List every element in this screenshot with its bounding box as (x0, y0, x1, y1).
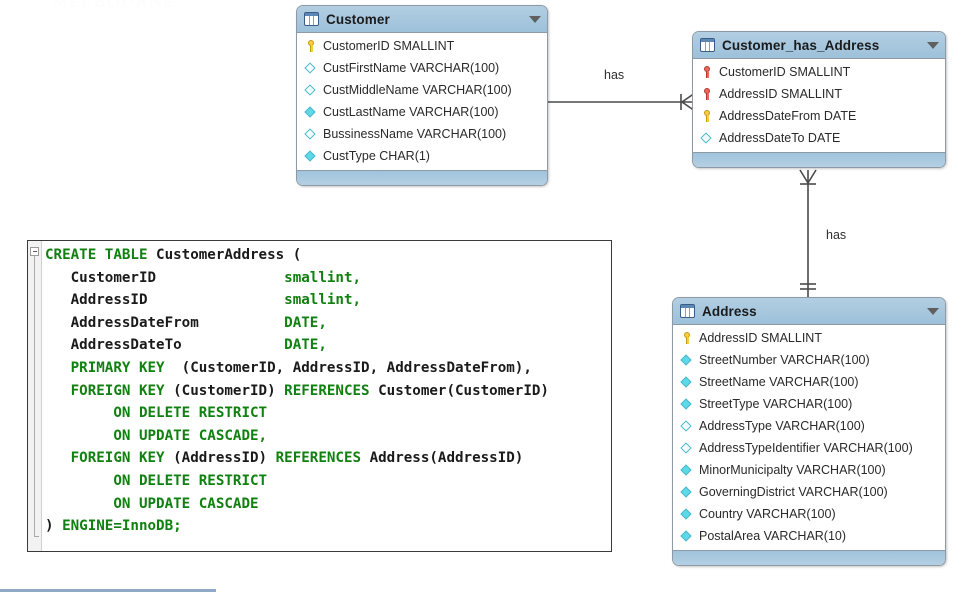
column-notnull-icon (680, 354, 693, 367)
eer-table-address[interactable]: Address AddressID SMALLINT StreetNumber … (672, 297, 946, 566)
eer-table-customer-footer (297, 170, 547, 185)
eer-table-customer[interactable]: Customer CustomerID SMALLINT CustFirstNa… (296, 5, 548, 186)
table-row[interactable]: StreetName VARCHAR(100) (673, 371, 945, 393)
column-nullable-icon (304, 62, 317, 75)
eer-table-customer-columns: CustomerID SMALLINT CustFirstName VARCHA… (297, 33, 547, 170)
sql-fold-gutter[interactable] (28, 241, 42, 551)
column-label: AddressDateFrom DATE (719, 109, 857, 123)
chevron-down-icon[interactable] (529, 15, 541, 23)
column-nullable-icon (680, 420, 693, 433)
table-row[interactable]: BussinessName VARCHAR(100) (297, 123, 547, 145)
column-label: CustomerID SMALLINT (719, 65, 851, 79)
column-label: AddressID SMALLINT (699, 331, 822, 345)
table-row[interactable]: AddressID SMALLINT (673, 327, 945, 349)
column-label: AddressType VARCHAR(100) (699, 419, 865, 433)
column-nullable-icon (680, 442, 693, 455)
eer-table-customer-has-address-footer (693, 152, 945, 167)
page-watermark: MELBOURNE (52, 0, 176, 11)
table-row[interactable]: CustomerID SMALLINT (297, 35, 547, 57)
table-row[interactable]: MinorMunicipalty VARCHAR(100) (673, 459, 945, 481)
eer-table-customer-has-address[interactable]: Customer_has_Address CustomerID SMALLINT… (692, 31, 946, 168)
relationship-label-customer-has-address-address: has (826, 228, 847, 242)
chevron-down-icon[interactable] (927, 307, 939, 315)
column-label: CustMiddleName VARCHAR(100) (323, 83, 512, 97)
eer-table-customer-has-address-title: Customer_has_Address (722, 37, 880, 53)
table-row[interactable]: CustMiddleName VARCHAR(100) (297, 79, 547, 101)
eer-table-customer-title: Customer (326, 11, 390, 27)
sql-code-text: CREATE TABLE CustomerAddress ( CustomerI… (45, 247, 549, 535)
relationship-line-customer-to-customer-has-address (537, 92, 696, 112)
column-notnull-icon (304, 106, 317, 119)
relationship-label-customer-has-address: has (604, 68, 625, 82)
column-notnull-icon (680, 508, 693, 521)
column-notnull-icon (304, 150, 317, 163)
eer-table-address-header[interactable]: Address (673, 298, 945, 325)
column-label: CustLastName VARCHAR(100) (323, 105, 499, 119)
eer-table-address-title: Address (702, 303, 757, 319)
column-notnull-icon (680, 398, 693, 411)
primary-key-icon (680, 331, 693, 345)
column-label: AddressID SMALLINT (719, 87, 842, 101)
eer-table-customer-has-address-columns: CustomerID SMALLINT AddressID SMALLINT A… (693, 59, 945, 152)
foreign-key-icon (700, 65, 713, 79)
primary-key-icon (304, 39, 317, 53)
table-row[interactable]: CustLastName VARCHAR(100) (297, 101, 547, 123)
table-row[interactable]: AddressID SMALLINT (693, 83, 945, 105)
table-row[interactable]: AddressTypeIdentifier VARCHAR(100) (673, 437, 945, 459)
column-label: MinorMunicipalty VARCHAR(100) (699, 463, 886, 477)
column-notnull-icon (680, 376, 693, 389)
table-row[interactable]: PostalArea VARCHAR(10) (673, 525, 945, 547)
column-nullable-icon (700, 132, 713, 145)
column-nullable-icon (304, 84, 317, 97)
foreign-key-icon (700, 87, 713, 101)
relationship-line-customer-has-address-to-address (799, 169, 817, 301)
table-row[interactable]: Country VARCHAR(100) (673, 503, 945, 525)
table-row[interactable]: StreetNumber VARCHAR(100) (673, 349, 945, 371)
table-row[interactable]: AddressType VARCHAR(100) (673, 415, 945, 437)
chevron-down-icon[interactable] (927, 41, 939, 49)
table-icon (304, 12, 319, 26)
column-label: AddressTypeIdentifier VARCHAR(100) (699, 441, 913, 455)
column-label: StreetNumber VARCHAR(100) (699, 353, 870, 367)
bottom-divider (0, 589, 216, 592)
eer-table-customer-has-address-header[interactable]: Customer_has_Address (693, 32, 945, 59)
eer-table-address-footer (673, 550, 945, 565)
table-row[interactable]: AddressDateTo DATE (693, 127, 945, 149)
table-row[interactable]: CustType CHAR(1) (297, 145, 547, 167)
column-nullable-icon (304, 128, 317, 141)
table-row[interactable]: CustomerID SMALLINT (693, 61, 945, 83)
column-label: BussinessName VARCHAR(100) (323, 127, 507, 141)
column-label: GoverningDistrict VARCHAR(100) (699, 485, 888, 499)
column-label: CustType CHAR(1) (323, 149, 430, 163)
column-label: StreetType VARCHAR(100) (699, 397, 853, 411)
eer-table-address-columns: AddressID SMALLINT StreetNumber VARCHAR(… (673, 325, 945, 550)
column-notnull-icon (680, 464, 693, 477)
table-row[interactable]: GoverningDistrict VARCHAR(100) (673, 481, 945, 503)
fold-range-line (34, 256, 39, 537)
column-label: Country VARCHAR(100) (699, 507, 836, 521)
collapse-icon[interactable] (30, 247, 39, 256)
column-label: PostalArea VARCHAR(10) (699, 529, 847, 543)
column-label: StreetName VARCHAR(100) (699, 375, 859, 389)
table-icon (700, 38, 715, 52)
column-notnull-icon (680, 486, 693, 499)
primary-key-icon (700, 109, 713, 123)
column-label: CustFirstName VARCHAR(100) (323, 61, 500, 75)
column-notnull-icon (680, 530, 693, 543)
column-label: CustomerID SMALLINT (323, 39, 455, 53)
table-row[interactable]: AddressDateFrom DATE (693, 105, 945, 127)
sql-code-block[interactable]: CREATE TABLE CustomerAddress ( CustomerI… (27, 240, 612, 552)
table-icon (680, 304, 695, 318)
table-row[interactable]: StreetType VARCHAR(100) (673, 393, 945, 415)
table-row[interactable]: CustFirstName VARCHAR(100) (297, 57, 547, 79)
eer-table-customer-header[interactable]: Customer (297, 6, 547, 33)
column-label: AddressDateTo DATE (719, 131, 841, 145)
